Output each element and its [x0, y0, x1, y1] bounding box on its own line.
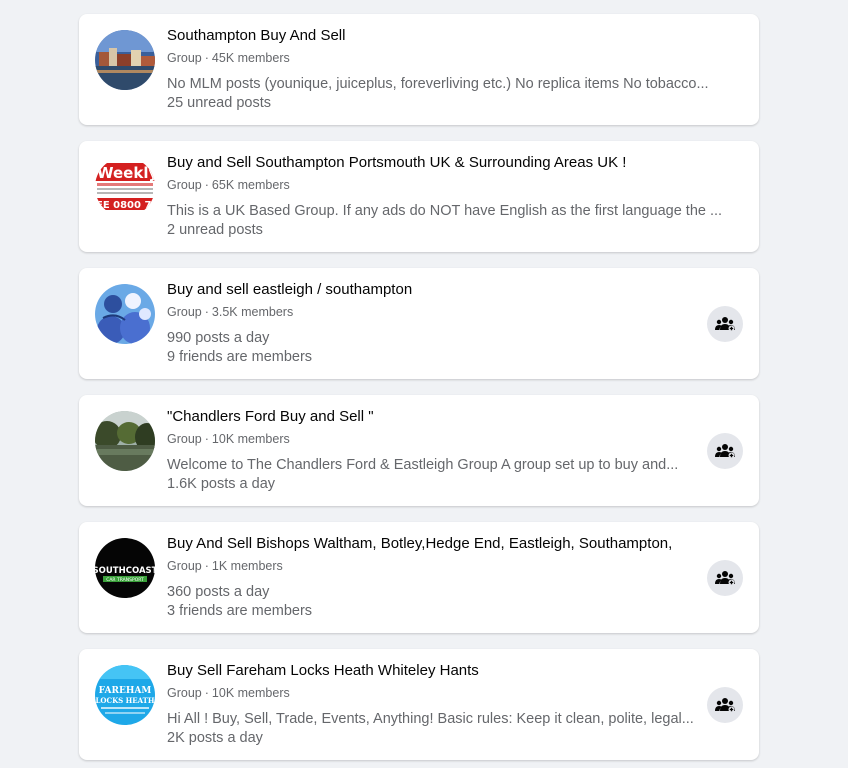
southcoast-logo-subtext: CAR TRANSPORT: [106, 577, 144, 583]
group-meta: Group · 45K members: [167, 51, 290, 65]
group-name[interactable]: Buy And Sell Bishops Waltham, Botley,Hed…: [167, 535, 727, 552]
member-count: 1K members: [211, 559, 283, 573]
member-count: 10K members: [211, 432, 290, 446]
group-description: No MLM posts (younique, juiceplus, forev…: [167, 76, 709, 92]
group-meta: Group · 65K members: [167, 178, 290, 192]
group-avatar[interactable]: [95, 411, 155, 471]
member-count: 3.5K members: [211, 305, 294, 319]
join-group-icon: [715, 317, 735, 332]
illustrated-people: [95, 284, 155, 344]
group-description: Welcome to The Chandlers Ford & Eastleig…: [167, 457, 679, 473]
group-avatar[interactable]: SOUTHCOAST CAR TRANSPORT: [95, 538, 155, 598]
fareham-logo: FAREHAM LOCKS HEATH: [95, 665, 155, 725]
fareham-logo-text: FAREHAM: [99, 686, 152, 696]
group-friends: 3 friends are members: [167, 603, 313, 619]
join-group-icon: [715, 444, 735, 459]
group-avatar[interactable]: FAREHAM LOCKS HEATH: [95, 665, 155, 725]
weekly-logo-text: Weekly: [97, 164, 155, 182]
group-avatar[interactable]: [95, 284, 155, 344]
group-type: Group: [167, 178, 202, 192]
member-count: 65K members: [211, 178, 290, 192]
group-name[interactable]: Southampton Buy And Sell: [167, 27, 727, 44]
join-group-button[interactable]: [707, 306, 743, 342]
group-friends: 9 friends are members: [167, 349, 313, 365]
group-avatar[interactable]: Weekly EE 0800 77: [95, 157, 155, 217]
weekly-logo-phone: EE 0800 77: [96, 200, 155, 211]
cityscape-photo: [95, 30, 155, 90]
group-activity: 1.6K posts a day: [167, 476, 276, 492]
group-meta: Group · 1K members: [167, 559, 283, 573]
join-group-icon: [715, 698, 735, 713]
group-activity: 990 posts a day: [167, 330, 270, 346]
group-type: Group: [167, 559, 202, 573]
group-type: Group: [167, 51, 202, 65]
group-type: Group: [167, 305, 202, 319]
group-name[interactable]: Buy and sell eastleigh / southampton: [167, 281, 727, 298]
group-name[interactable]: "Chandlers Ford Buy and Sell ": [167, 408, 727, 425]
group-card[interactable]: Weekly EE 0800 77 Buy and Sell Southampt…: [79, 141, 759, 252]
weekly-logo: Weekly EE 0800 77: [95, 157, 155, 217]
group-description: Hi All ! Buy, Sell, Trade, Events, Anyth…: [167, 711, 694, 727]
group-type: Group: [167, 432, 202, 446]
member-count: 45K members: [211, 51, 290, 65]
group-activity: 360 posts a day: [167, 584, 270, 600]
group-card[interactable]: Buy and sell eastleigh / southampton Gro…: [79, 268, 759, 379]
group-card[interactable]: FAREHAM LOCKS HEATH Buy Sell Fareham Loc…: [79, 649, 759, 760]
join-group-button[interactable]: [707, 687, 743, 723]
group-name[interactable]: Buy and Sell Southampton Portsmouth UK &…: [167, 154, 727, 171]
group-card[interactable]: SOUTHCOAST CAR TRANSPORT Buy And Sell Bi…: [79, 522, 759, 633]
fareham-logo-subtext: LOCKS HEATH: [96, 696, 155, 705]
join-group-button[interactable]: [707, 560, 743, 596]
southcoast-logo: SOUTHCOAST CAR TRANSPORT: [95, 538, 155, 598]
group-activity: 25 unread posts: [167, 95, 271, 111]
group-meta: Group · 3.5K members: [167, 305, 294, 319]
group-type: Group: [167, 686, 202, 700]
join-group-button[interactable]: [707, 433, 743, 469]
group-card[interactable]: Southampton Buy And Sell Group · 45K membe…: [79, 14, 759, 125]
member-count: 10K members: [211, 686, 290, 700]
group-card[interactable]: "Chandlers Ford Buy and Sell " Group · 10K…: [79, 395, 759, 506]
group-name[interactable]: Buy Sell Fareham Locks Heath Whiteley Ha…: [167, 662, 727, 679]
group-activity: 2 unread posts: [167, 222, 263, 238]
lake-photo: [95, 411, 155, 471]
join-group-icon: [715, 571, 735, 586]
group-meta: Group · 10K members: [167, 432, 290, 446]
group-avatar[interactable]: [95, 30, 155, 90]
group-activity: 2K posts a day: [167, 730, 263, 746]
group-meta: Group · 10K members: [167, 686, 290, 700]
group-description: This is a UK Based Group. If any ads do …: [167, 203, 723, 219]
southcoast-logo-text: SOUTHCOAST: [95, 566, 155, 576]
